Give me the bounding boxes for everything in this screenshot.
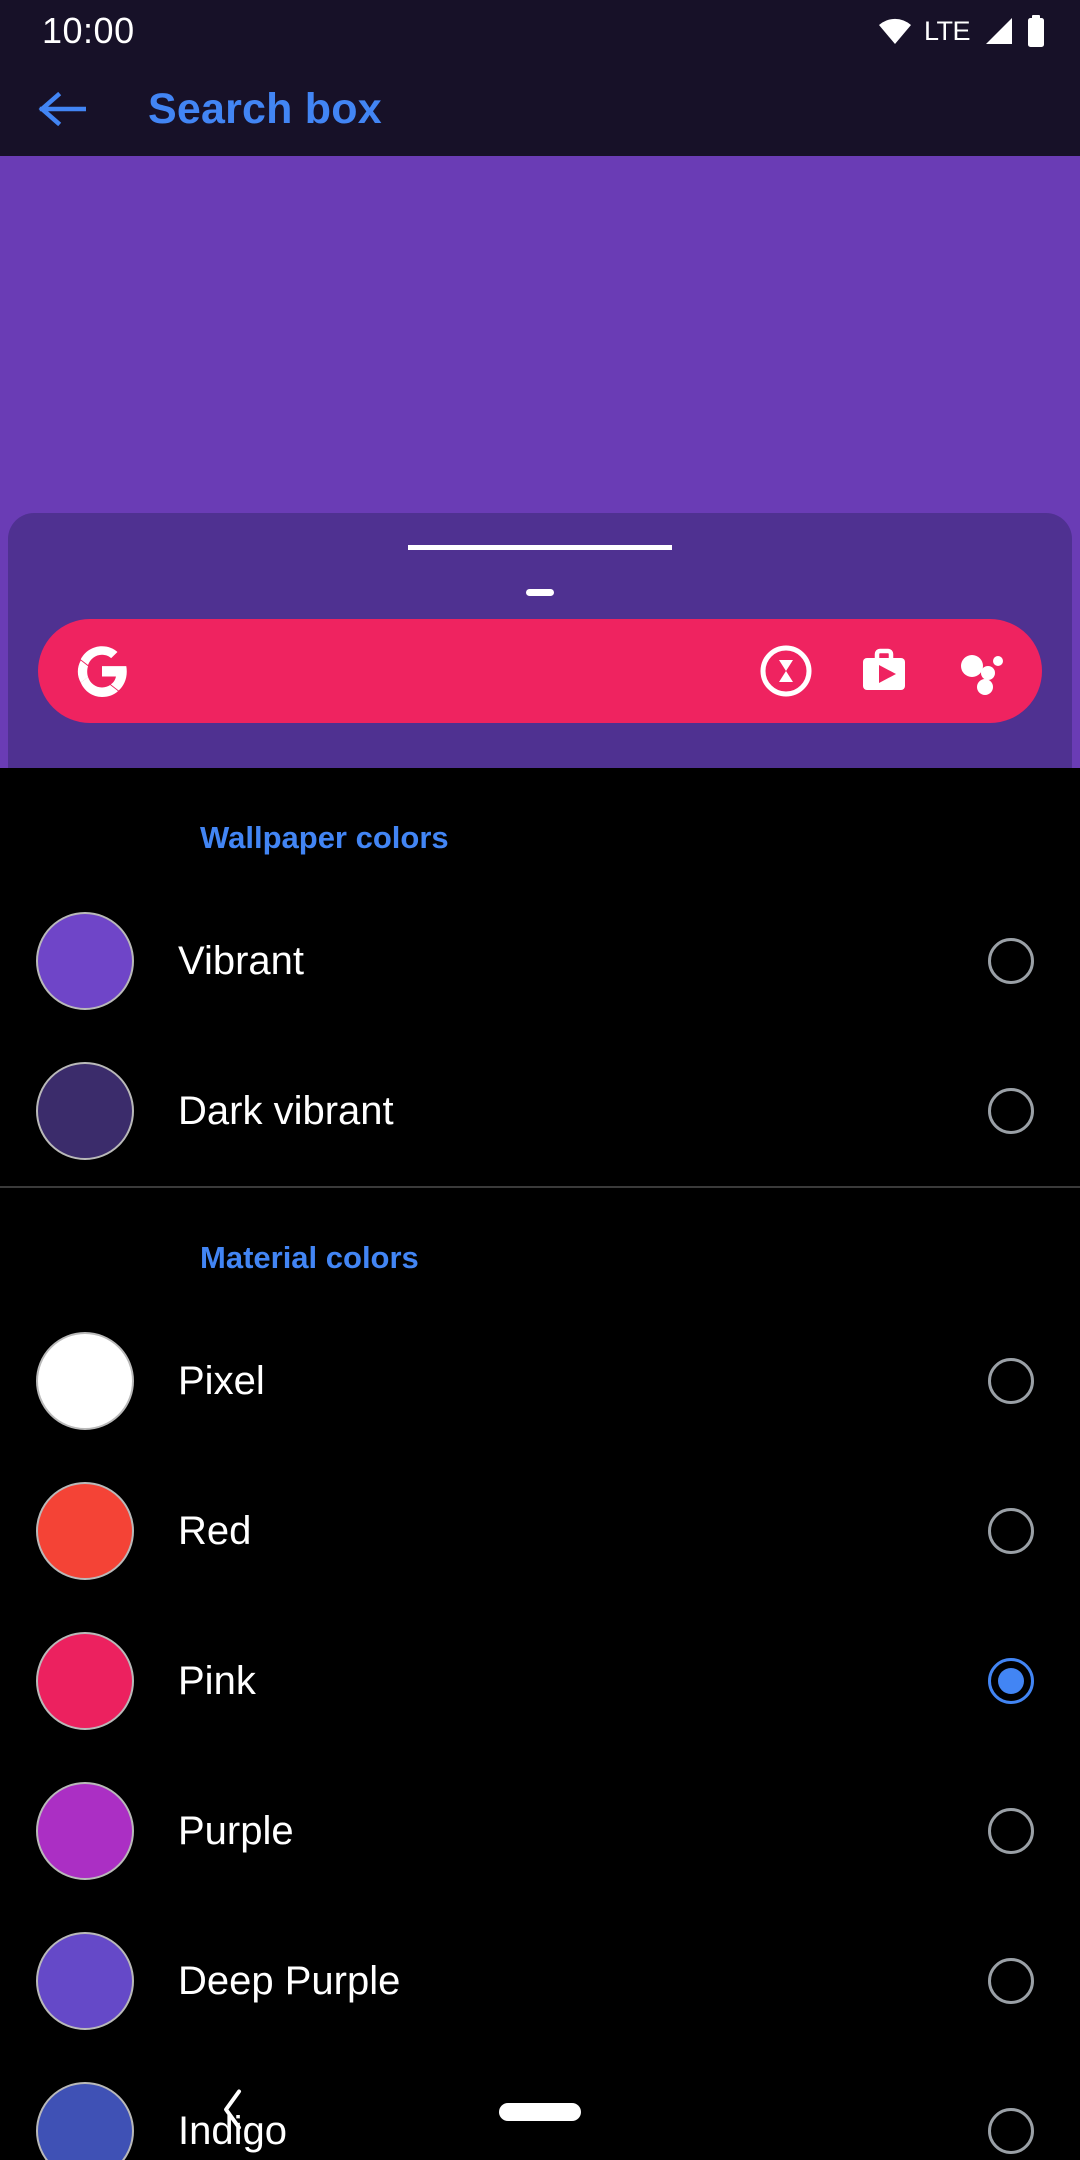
app-bar: Search box — [0, 62, 1080, 156]
color-swatch — [36, 1332, 134, 1430]
radio-button[interactable] — [988, 1088, 1034, 1134]
list-item[interactable]: Deep Purple — [0, 1906, 1080, 2056]
color-swatch — [36, 912, 134, 1010]
list-item-label: Red — [178, 1508, 252, 1553]
radio-button[interactable] — [988, 938, 1034, 984]
page-title: Search box — [148, 84, 382, 133]
color-swatch — [36, 1632, 134, 1730]
google-g-logo-icon — [72, 641, 132, 701]
list-item-label: Vibrant — [178, 938, 305, 983]
list-item[interactable]: Red — [0, 1456, 1080, 1606]
section-material-colors: Material colors Pixel Red Pink Purple De… — [0, 1188, 1080, 2160]
radio-button[interactable] — [988, 2108, 1034, 2154]
color-swatch — [36, 1932, 134, 2030]
assistant-icon[interactable] — [952, 641, 1012, 701]
panel-handle-line — [408, 545, 672, 550]
list-item-label: Deep Purple — [178, 1958, 401, 2003]
digital-wellbeing-icon[interactable] — [756, 641, 816, 701]
nav-back-chevron-icon[interactable] — [220, 2088, 246, 2137]
list-item-label: Indigo — [178, 2108, 287, 2153]
radio-button[interactable] — [988, 1658, 1034, 1704]
nav-home-pill-icon[interactable] — [499, 2103, 581, 2121]
status-time: 10:00 — [42, 10, 135, 51]
list-item[interactable]: Purple — [0, 1756, 1080, 1906]
back-button[interactable] — [34, 81, 90, 137]
panel-handle-dash — [526, 589, 554, 596]
radio-button[interactable] — [988, 1508, 1034, 1554]
section-title: Material colors — [200, 1240, 419, 1275]
color-swatch — [36, 2082, 134, 2160]
list-item[interactable]: Pink — [0, 1606, 1080, 1756]
color-swatch — [36, 1782, 134, 1880]
wallpaper-preview — [0, 156, 1080, 768]
radio-button[interactable] — [988, 1958, 1034, 2004]
color-swatch — [36, 1482, 134, 1580]
wifi-icon — [878, 16, 912, 46]
radio-button[interactable] — [988, 1358, 1034, 1404]
screen-root: 10:00 LTE Search box Wallpaper colors Vi… — [0, 0, 1080, 2160]
status-icon-group: LTE — [878, 15, 1046, 47]
section-wallpaper-colors: Wallpaper colors Vibrant Dark vibrant — [0, 768, 1080, 1186]
preview-panel — [8, 513, 1072, 768]
list-item[interactable]: Vibrant — [0, 886, 1080, 1036]
color-swatch — [36, 1062, 134, 1160]
play-store-icon[interactable] — [854, 641, 914, 701]
list-item-label: Pixel — [178, 1358, 265, 1403]
list-item-label: Pink — [178, 1658, 256, 1703]
radio-button[interactable] — [988, 1808, 1034, 1854]
search-widget-preview[interactable] — [38, 619, 1042, 723]
status-bar: 10:00 LTE — [0, 0, 1080, 62]
list-item-label: Purple — [178, 1808, 294, 1853]
network-type-label: LTE — [923, 15, 971, 46]
battery-icon — [1026, 15, 1046, 47]
signal-icon — [982, 16, 1014, 46]
list-item[interactable]: Pixel — [0, 1306, 1080, 1456]
list-item-label: Dark vibrant — [178, 1088, 394, 1133]
color-options-list: Wallpaper colors Vibrant Dark vibrant Ma… — [0, 768, 1080, 2160]
section-title: Wallpaper colors — [200, 820, 449, 855]
list-item[interactable]: Dark vibrant — [0, 1036, 1080, 1186]
